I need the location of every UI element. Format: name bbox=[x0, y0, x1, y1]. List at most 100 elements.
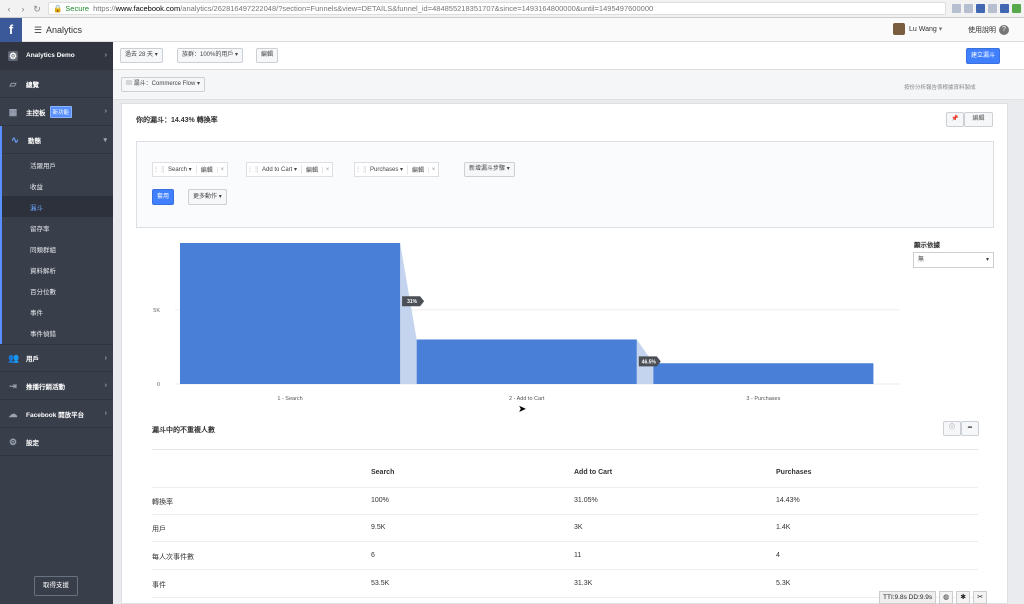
conversion-label: 31% bbox=[407, 299, 418, 305]
sidebar-sub-funnels[interactable]: 漏斗 bbox=[2, 196, 113, 217]
step-chip-search[interactable]: ⋮⋮ Search ▾ 編輯 × bbox=[152, 162, 228, 177]
table-cell: 1.4K bbox=[776, 524, 791, 531]
chevron-down-icon: ▾ bbox=[506, 166, 510, 172]
more-actions-button[interactable]: 更多動作 ▾ bbox=[188, 189, 227, 205]
sidebar-item-label: Analytics Demo bbox=[26, 52, 75, 59]
share-button[interactable]: ➦ bbox=[961, 421, 979, 436]
step-edit-button[interactable]: 編輯 bbox=[407, 165, 428, 174]
apply-button[interactable]: 套用 bbox=[152, 189, 175, 205]
sidebar-sub-breakdowns[interactable]: 資料解析 bbox=[2, 259, 113, 280]
add-step-button[interactable]: 新增漏斗步驟 ▾ bbox=[464, 162, 515, 177]
table-cell: 100% bbox=[371, 497, 389, 504]
close-icon[interactable]: × bbox=[216, 166, 227, 173]
facebook-extension-icon[interactable] bbox=[976, 4, 986, 13]
sidebar-item-overview[interactable]: ▱ 總覽 bbox=[0, 70, 113, 98]
sidebar-sub-active-users[interactable]: 活躍用戶 bbox=[2, 154, 113, 175]
globe-icon[interactable]: ◍ bbox=[939, 591, 954, 604]
chart-icon: ▱ bbox=[9, 78, 17, 89]
bug-icon[interactable]: ✱ bbox=[956, 591, 971, 604]
get-support-button[interactable]: 取得支援 bbox=[34, 576, 78, 596]
chevron-right-icon: › bbox=[104, 52, 107, 59]
perf-bar: TTI:9.8s DD:9.9s ◍ ✱ ✂ bbox=[879, 591, 988, 604]
table-cell: 5.3K bbox=[776, 580, 791, 587]
funnel-bar[interactable] bbox=[180, 243, 401, 384]
sidebar-item-platform[interactable]: ☁ Facebook 開放平台 › bbox=[0, 400, 113, 428]
table-cell: 31.3K bbox=[574, 580, 593, 587]
sidebar-sub-event-debugging[interactable]: 事件偵錯 bbox=[2, 322, 113, 344]
y-tick-label: 0 bbox=[157, 382, 160, 388]
conversion-label: 46.5% bbox=[642, 359, 657, 365]
funnel-icon: ▤ bbox=[126, 81, 134, 87]
step-edit-button[interactable]: 編輯 bbox=[301, 165, 322, 174]
table-cell: 31.05% bbox=[574, 497, 598, 504]
close-icon[interactable]: × bbox=[428, 166, 438, 173]
menu-icon[interactable]: ☰ bbox=[34, 25, 42, 36]
sidebar-sub-revenue[interactable]: 收益 bbox=[2, 175, 113, 196]
table-cell: 3K bbox=[574, 524, 583, 531]
sidebar-item-settings[interactable]: ⚙ 設定 bbox=[0, 428, 113, 456]
chevron-right-icon: › bbox=[104, 108, 107, 115]
address-bar[interactable]: 🔒 Secure https:// www.facebook.com /anal… bbox=[47, 2, 947, 15]
date-range-button[interactable]: 過去 28 天 ▾ bbox=[120, 48, 163, 63]
sidebar-sub-cohorts[interactable]: 同類群組 bbox=[2, 238, 113, 259]
table-row-label: 事件 bbox=[152, 582, 166, 589]
extension-icon[interactable] bbox=[988, 4, 998, 13]
step-label[interactable]: Purchases ▾ bbox=[365, 166, 407, 173]
help-button[interactable]: 使用說明 ? bbox=[968, 25, 1009, 35]
sidebar-sub-events[interactable]: 事件 bbox=[2, 301, 113, 322]
sidebar-item-label: 用戶 bbox=[26, 356, 39, 363]
sidebar-sub-percentiles[interactable]: 百分位數 bbox=[2, 280, 113, 301]
sidebar-item-push-campaigns[interactable]: ⇥ 推播行銷活動 › bbox=[0, 372, 113, 400]
sidebar-item-people[interactable]: 👥 用戶 › bbox=[0, 344, 113, 372]
table-cell: 11 bbox=[574, 552, 582, 559]
user-menu[interactable]: Lu Wang ▾ bbox=[893, 23, 942, 35]
forward-icon[interactable]: › bbox=[18, 4, 28, 14]
table-row-label: 用戶 bbox=[152, 526, 166, 533]
sidebar-sub-retention[interactable]: 留存率 bbox=[2, 217, 113, 238]
segment-edit-button[interactable]: 編輯 bbox=[256, 48, 279, 63]
bookmark-star-icon[interactable] bbox=[952, 4, 962, 13]
drag-handle-icon[interactable]: ⋮⋮ bbox=[355, 166, 367, 173]
push-icon: ⇥ bbox=[9, 380, 17, 391]
table-cell: 14.43% bbox=[776, 497, 800, 504]
sidebar-section-activity: ∿ 動態 ▾ 活躍用戶 收益 漏斗 留存率 同類群組 資料解析 百分位數 事件 … bbox=[0, 126, 113, 344]
reload-icon[interactable]: ↻ bbox=[32, 4, 42, 14]
step-chip-add-to-cart[interactable]: ⋮⋮ Add to Cart ▾ 編輯 × bbox=[246, 162, 334, 177]
funnel-select[interactable]: ▤ 漏斗：Commerce Flow ▾ bbox=[121, 77, 206, 92]
funnel-chart: 0 5K 1 - Search 2 - Add to Cart 3 - Purchase… bbox=[140, 236, 900, 406]
info-button[interactable]: ⓘ bbox=[943, 421, 961, 436]
app-gear-icon: ⚙ bbox=[8, 50, 18, 61]
drag-handle-icon[interactable]: ⋮⋮ bbox=[247, 166, 259, 173]
sidebar-item-activity[interactable]: ∿ 動態 ▾ bbox=[2, 126, 113, 154]
show-basis-label: 顯示依據 bbox=[914, 242, 940, 249]
create-funnel-button[interactable]: 建立漏斗 bbox=[966, 48, 1001, 64]
extension-icon[interactable] bbox=[1012, 4, 1022, 13]
facebook-extension-icon[interactable] bbox=[1000, 4, 1010, 13]
funnel-bar[interactable] bbox=[653, 363, 874, 384]
pin-button[interactable]: 📌 bbox=[946, 112, 964, 127]
funnel-chart-svg: 0 5K 1 - Search 2 - Add to Cart 3 - Purchase… bbox=[153, 243, 900, 402]
close-icon[interactable]: × bbox=[322, 166, 332, 173]
segment-button[interactable]: 族群：100%的用戶 ▾ bbox=[177, 48, 244, 63]
table-cell: 4 bbox=[776, 552, 780, 559]
chevron-down-icon: ▾ bbox=[154, 52, 158, 58]
sidebar-item-label: 動態 bbox=[28, 137, 41, 145]
tool-icon[interactable]: ✂ bbox=[973, 591, 988, 604]
step-label[interactable]: Search ▾ bbox=[163, 166, 196, 173]
step-edit-button[interactable]: 編輯 bbox=[195, 165, 217, 174]
back-icon[interactable]: ‹ bbox=[4, 4, 14, 14]
funnel-bar[interactable] bbox=[416, 339, 637, 384]
chevron-right-icon: › bbox=[104, 410, 107, 417]
chevron-down-icon: ▾ bbox=[218, 194, 222, 200]
panel-edit-button[interactable]: 編輯 bbox=[964, 112, 993, 127]
step-chip-purchases[interactable]: ⋮⋮ Purchases ▾ 編輯 × bbox=[354, 162, 440, 177]
sidebar-item-dashboards[interactable]: ▦ 主控板 新功能 › bbox=[0, 98, 113, 126]
funnel-title: 你的漏斗：14.43% 轉換率 bbox=[136, 117, 218, 124]
extension-icon[interactable] bbox=[964, 4, 974, 13]
show-basis-select[interactable]: 無 ▾ bbox=[913, 252, 994, 268]
sidebar-item-app[interactable]: ⚙ Analytics Demo › bbox=[0, 42, 113, 70]
drag-handle-icon[interactable]: ⋮⋮ bbox=[153, 166, 165, 173]
add-step-label: 新增漏斗步驟 bbox=[469, 166, 506, 172]
step-label[interactable]: Add to Cart ▾ bbox=[257, 166, 301, 173]
facebook-logo-icon[interactable]: f bbox=[0, 18, 22, 42]
